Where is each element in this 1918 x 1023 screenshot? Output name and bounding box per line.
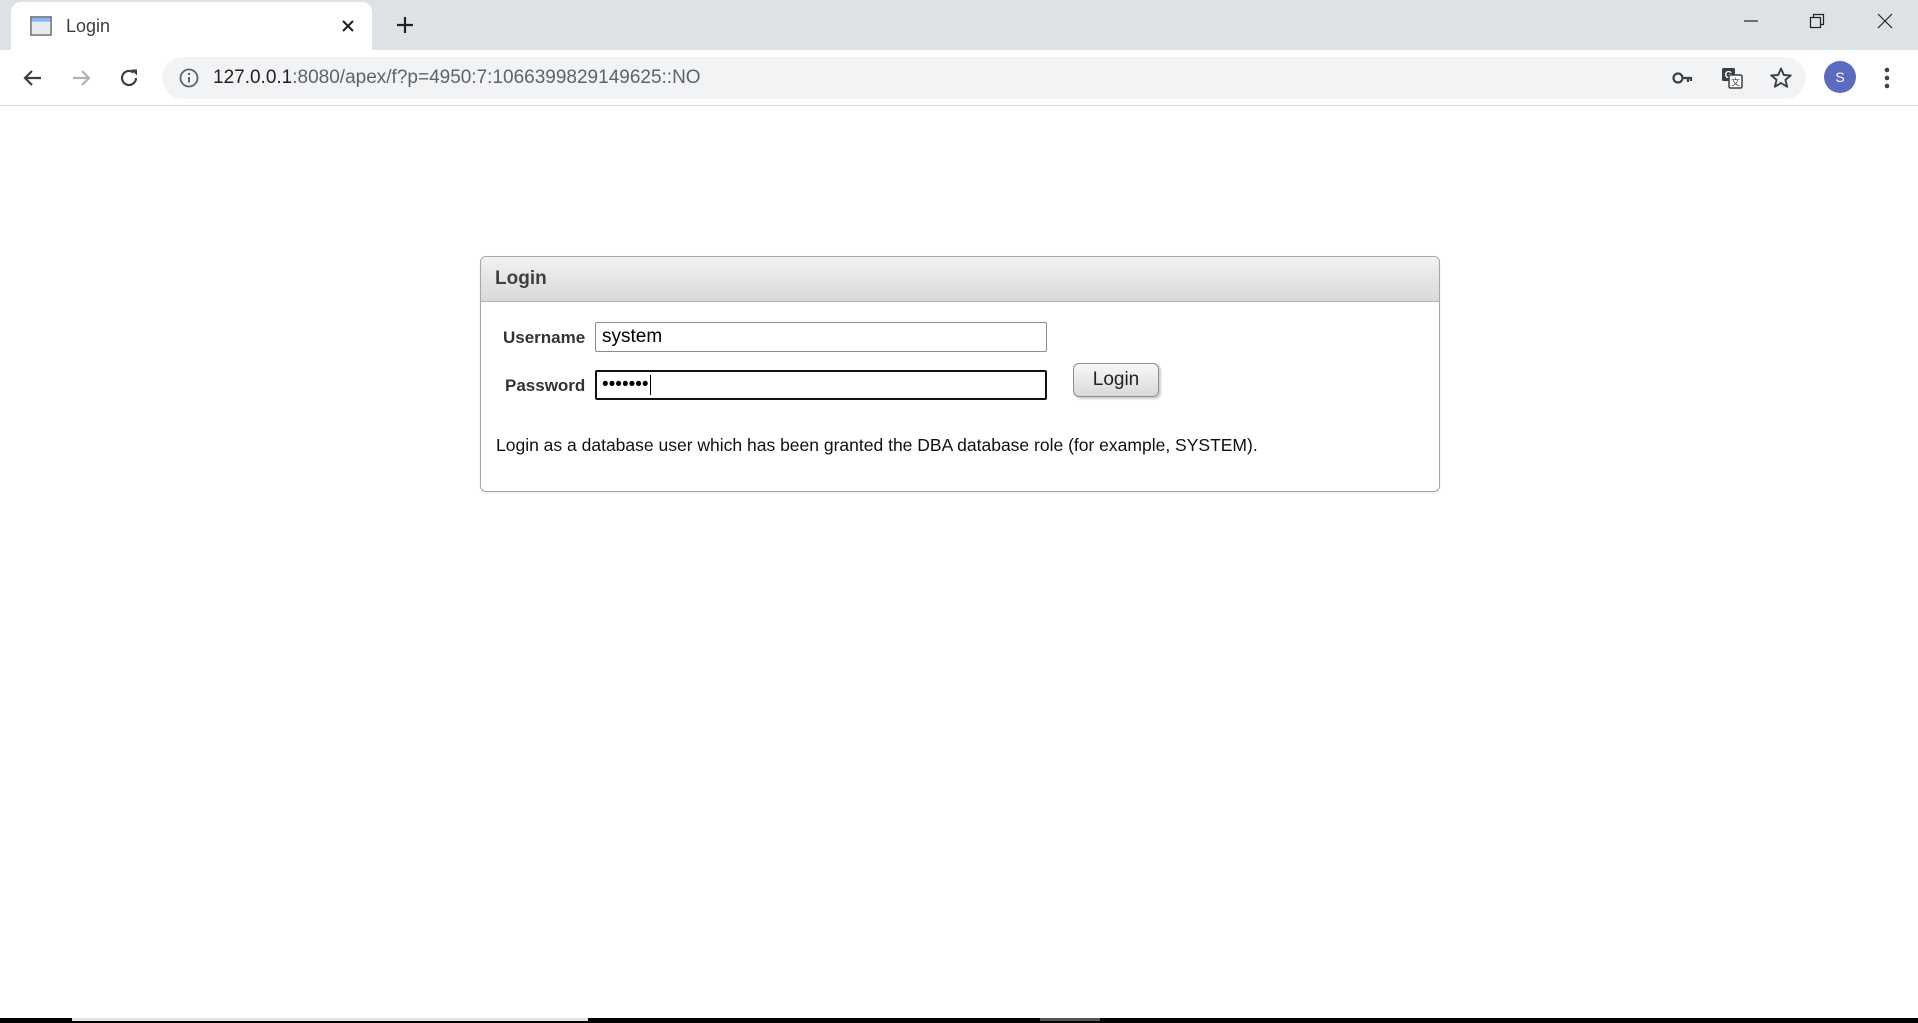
star-icon[interactable]: [1769, 66, 1793, 90]
browser-toolbar: 127.0.0.1:8080/apex/f?p=4950:7:106639982…: [0, 50, 1918, 106]
tab-strip: Login: [0, 0, 1918, 50]
username-input[interactable]: system: [595, 322, 1047, 352]
translate-icon[interactable]: G文: [1720, 66, 1744, 90]
taskbar-segment: [72, 1018, 588, 1021]
password-input[interactable]: •••••••: [595, 370, 1047, 400]
region-title: Login: [495, 268, 547, 289]
back-icon[interactable]: [15, 60, 51, 96]
username-label: Username: [503, 328, 586, 347]
close-icon[interactable]: [335, 13, 361, 39]
page-icon: [30, 15, 52, 37]
kebab-menu-icon[interactable]: [1872, 63, 1902, 93]
forward-icon[interactable]: [63, 60, 99, 96]
avatar-initial: S: [1835, 69, 1845, 85]
window-close-icon[interactable]: [1850, 0, 1918, 42]
restore-icon[interactable]: [1782, 0, 1852, 42]
text-caret: [649, 374, 651, 395]
taskbar-edge: [0, 1018, 1918, 1023]
taskbar-segment: [1040, 1018, 1100, 1021]
login-button[interactable]: Login: [1073, 363, 1159, 397]
info-icon[interactable]: [178, 67, 200, 89]
minimize-icon[interactable]: [1716, 0, 1786, 42]
key-icon[interactable]: [1671, 66, 1695, 90]
password-label: Password: [505, 376, 586, 395]
password-value: •••••••: [602, 374, 649, 395]
login-region: Login Username system Password ••••••• L…: [480, 256, 1440, 492]
reload-icon[interactable]: [111, 60, 147, 96]
address-path: :8080/apex/f?p=4950:7:1066399829149625::…: [292, 67, 701, 88]
address-host: 127.0.0.1: [213, 67, 293, 88]
tab-title: Login: [66, 16, 111, 36]
browser-tab[interactable]: Login: [11, 2, 372, 50]
help-text: Login as a database user which has been …: [496, 435, 1258, 455]
plus-icon[interactable]: [390, 10, 420, 40]
svg-text:文: 文: [1731, 77, 1740, 89]
avatar[interactable]: S: [1824, 61, 1856, 93]
address-bar[interactable]: 127.0.0.1:8080/apex/f?p=4950:7:106639982…: [162, 57, 1806, 99]
address-url[interactable]: 127.0.0.1:8080/apex/f?p=4950:7:106639982…: [213, 67, 701, 89]
region-header: Login: [481, 257, 1439, 302]
